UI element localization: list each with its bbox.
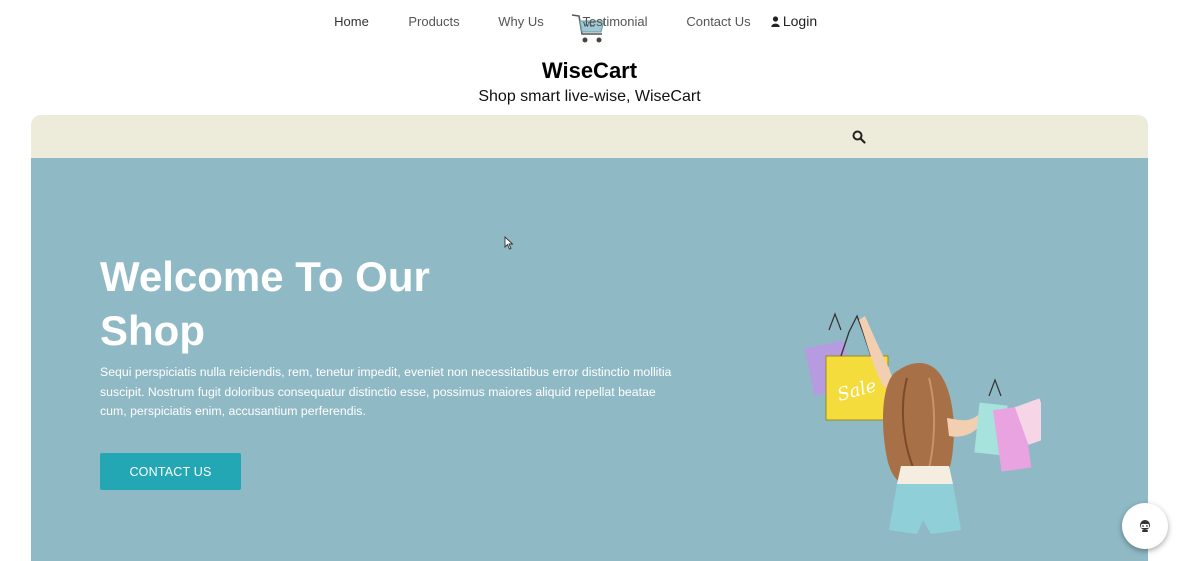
mouse-cursor-icon: [504, 235, 514, 250]
nav-why-us[interactable]: Why Us: [490, 8, 552, 35]
nav-login-label: Login: [782, 13, 818, 29]
contact-us-button[interactable]: CONTACT US: [100, 453, 241, 490]
hero-description: Sequi perspiciatis nulla reiciendis, rem…: [100, 365, 672, 418]
nav-contact-us[interactable]: Contact Us: [680, 8, 757, 35]
hero-section: Welcome To Our Shop Sequi perspiciatis n…: [31, 158, 1148, 561]
nav-products[interactable]: Products: [400, 8, 468, 35]
nav-home[interactable]: Home: [314, 8, 389, 35]
brand-name: WiseCart: [541, 58, 638, 83]
chatbot-icon: [1140, 520, 1150, 532]
navbar: [31, 115, 1148, 158]
nav-testimonial[interactable]: Testimonial: [574, 8, 656, 35]
hero-title: Welcome To Our Shop: [100, 250, 540, 358]
hero-title-line-2: Shop: [100, 307, 205, 354]
search-icon[interactable]: [852, 130, 866, 144]
brand-tagline: Shop smart live-wise, WiseCart: [478, 88, 701, 105]
chat-button[interactable]: [1122, 503, 1168, 549]
hero-title-line-1: Welcome To Our: [100, 253, 430, 300]
page: WC WiseCart Shop smart live-wise, WiseCa…: [0, 0, 1179, 561]
nav-login[interactable]: Login: [766, 8, 822, 35]
user-icon: [771, 9, 780, 36]
shopping-girl-illustration: Sale: [771, 308, 1053, 548]
